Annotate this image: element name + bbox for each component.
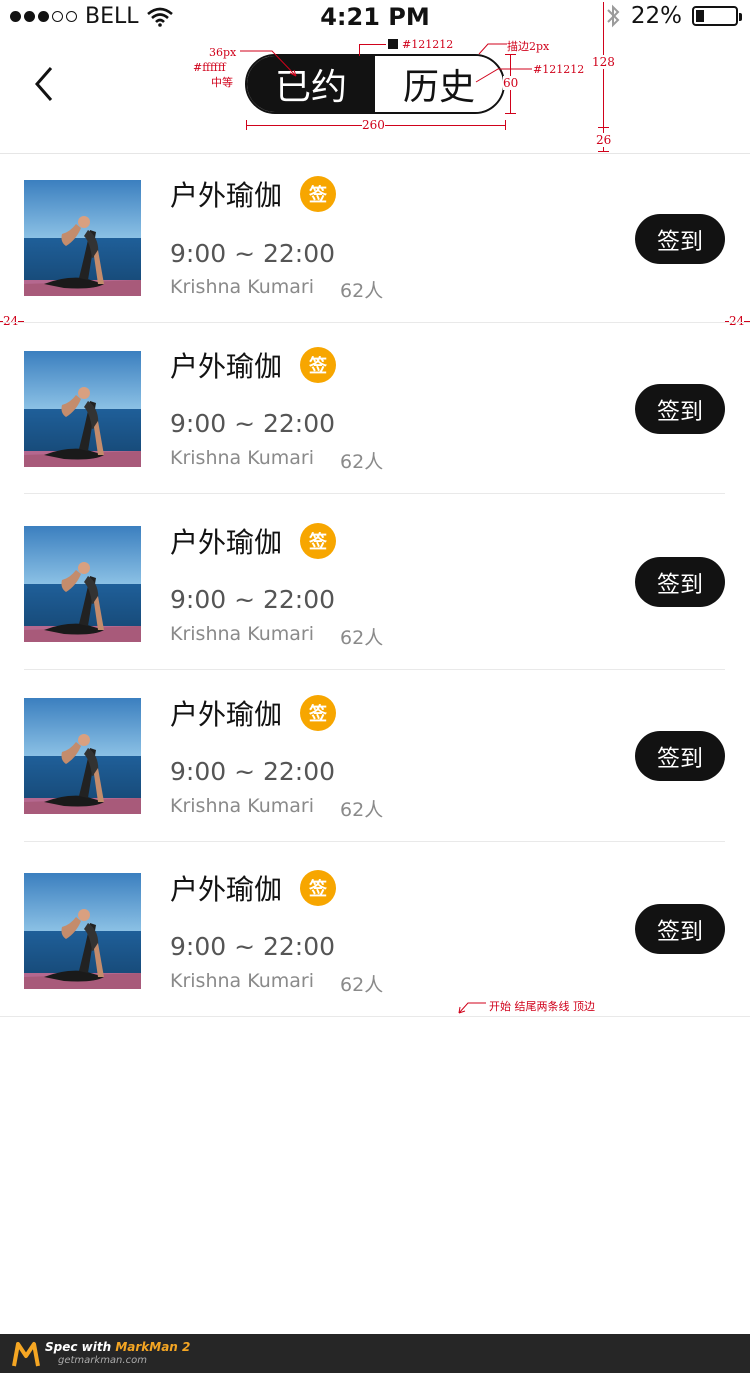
annotation-stroke-color: #121212 xyxy=(533,63,585,76)
item-meta: Krishna Kumari 62人 xyxy=(170,276,383,303)
item-title: 户外瑜伽 xyxy=(170,350,283,383)
markman-url: getmarkman.com xyxy=(58,1355,147,1366)
check-in-button[interactable]: 签到 xyxy=(635,214,725,264)
annotation-bg-color: #121212 xyxy=(388,38,453,51)
annotation-arrow-stroke xyxy=(478,43,507,55)
item-title-row: 户外瑜伽 签 xyxy=(170,693,337,733)
item-title: 户外瑜伽 xyxy=(170,698,283,731)
list-item: 户外瑜伽 签 9:00 ~ 22:00 Krishna Kumari 62人 签… xyxy=(0,323,750,493)
yoga-thumbnail xyxy=(24,351,141,467)
annotation-top-gap: 26 xyxy=(596,133,612,147)
item-time: 9:00 ~ 22:00 xyxy=(170,239,336,268)
divider xyxy=(0,1016,750,1017)
battery-icon xyxy=(692,6,742,26)
sign-badge-icon: 签 xyxy=(300,695,337,731)
sign-badge-icon: 签 xyxy=(300,870,337,906)
annotation-height: 60 xyxy=(503,76,519,90)
annotation-text-color: #ffffff xyxy=(193,61,226,74)
back-chevron-icon[interactable] xyxy=(30,64,62,104)
yoga-thumbnail xyxy=(24,526,141,642)
participant-count: 62人 xyxy=(340,799,384,821)
markman-logo-icon xyxy=(12,1342,40,1367)
list-item: 户外瑜伽 签 9:00 ~ 22:00 Krishna Kumari 62人 签… xyxy=(0,842,750,1016)
markman-brand: Spec with MarkMan 2 xyxy=(45,1340,191,1354)
item-time: 9:00 ~ 22:00 xyxy=(170,757,336,786)
sign-badge-icon: 签 xyxy=(300,176,337,212)
check-in-button[interactable]: 签到 xyxy=(635,904,725,954)
item-title-row: 户外瑜伽 签 xyxy=(170,521,337,561)
annotation-header-height: 128 xyxy=(592,55,615,69)
item-meta: Krishna Kumari 62人 xyxy=(170,795,383,822)
participant-count: 62人 xyxy=(340,451,384,473)
item-meta: Krishna Kumari 62人 xyxy=(170,447,383,474)
item-title: 户外瑜伽 xyxy=(170,873,283,906)
list-item: 户外瑜伽 签 9:00 ~ 22:00 Krishna Kumari 62人 签… xyxy=(0,670,750,841)
item-meta: Krishna Kumari 62人 xyxy=(170,970,383,997)
status-bar: BELL 4:21 PM 22% xyxy=(0,0,750,34)
item-time: 9:00 ~ 22:00 xyxy=(170,585,336,614)
check-in-button[interactable]: 签到 xyxy=(635,731,725,781)
annotation-arrow xyxy=(240,50,297,77)
instructor-name: Krishna Kumari xyxy=(170,623,315,645)
annotation-font-size: 36px xyxy=(209,46,237,59)
check-in-button[interactable]: 签到 xyxy=(635,557,725,607)
item-title-row: 户外瑜伽 签 xyxy=(170,868,337,908)
instructor-name: Krishna Kumari xyxy=(170,447,315,469)
item-meta: Krishna Kumari 62人 xyxy=(170,623,383,650)
yoga-thumbnail xyxy=(24,180,141,296)
item-title-row: 户外瑜伽 签 xyxy=(170,174,337,214)
instructor-name: Krishna Kumari xyxy=(170,795,315,817)
item-title-row: 户外瑜伽 签 xyxy=(170,345,337,385)
annotation-stroke: 描边2px xyxy=(507,40,550,53)
check-in-button[interactable]: 签到 xyxy=(635,384,725,434)
yoga-thumbnail xyxy=(24,698,141,814)
annotation-font-weight: 中等 xyxy=(211,76,233,89)
participant-count: 62人 xyxy=(340,280,384,302)
bluetooth-icon xyxy=(607,4,620,28)
sign-badge-icon: 签 xyxy=(300,523,337,559)
nav-header: 已约 历史 xyxy=(0,34,750,154)
participant-count: 62人 xyxy=(340,974,384,996)
item-time: 9:00 ~ 22:00 xyxy=(170,409,336,438)
list-item: 户外瑜伽 签 9:00 ~ 22:00 Krishna Kumari 62人 签… xyxy=(0,154,750,322)
list-item: 户外瑜伽 签 9:00 ~ 22:00 Krishna Kumari 62人 签… xyxy=(0,494,750,669)
participant-count: 62人 xyxy=(340,627,384,649)
instructor-name: Krishna Kumari xyxy=(170,970,315,992)
markman-footer: Spec with MarkMan 2 getmarkman.com xyxy=(0,1334,750,1373)
item-title: 户外瑜伽 xyxy=(170,179,283,212)
battery-percent: 22% xyxy=(630,3,682,29)
sign-badge-icon: 签 xyxy=(300,347,337,383)
item-time: 9:00 ~ 22:00 xyxy=(170,932,336,961)
item-title: 户外瑜伽 xyxy=(170,526,283,559)
instructor-name: Krishna Kumari xyxy=(170,276,315,298)
yoga-thumbnail xyxy=(24,873,141,989)
battery-info: 22% xyxy=(605,3,742,29)
annotation-width: 260 xyxy=(362,118,385,132)
